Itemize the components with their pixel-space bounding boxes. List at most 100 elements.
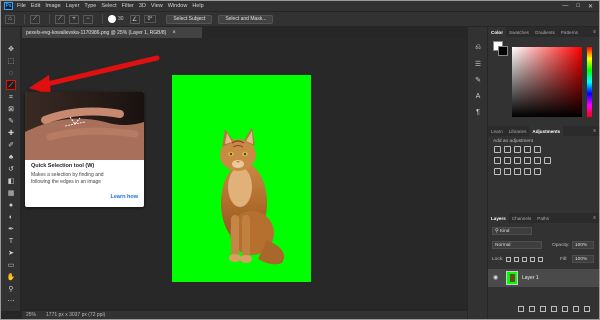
foreground-background-swatches[interactable] (493, 41, 509, 57)
layer-name[interactable]: Layer 1 (522, 275, 539, 281)
menu-filter[interactable]: Filter (122, 3, 134, 9)
select-and-mask-button[interactable]: Select and Mask... (218, 14, 274, 24)
frame-tool-icon[interactable]: ⊠ (6, 104, 16, 114)
pen-tool-icon[interactable]: ✒ (6, 224, 16, 234)
menu-edit[interactable]: Edit (31, 3, 40, 9)
dodge-tool-icon[interactable]: ◐ (6, 212, 16, 222)
clone-stamp-tool-icon[interactable]: ♣ (6, 152, 16, 162)
history-icon[interactable]: ⎌ (473, 43, 483, 53)
type-tool-icon[interactable]: T (6, 236, 16, 246)
properties-icon[interactable]: ☰ (473, 59, 483, 69)
tab-learn[interactable]: Learn (488, 126, 506, 136)
layer-row[interactable]: ◉ Layer 1 (488, 269, 599, 287)
threshold-icon[interactable] (514, 168, 521, 175)
maximize-button[interactable]: □ (576, 3, 580, 10)
menu-file[interactable]: File (17, 3, 26, 9)
lock-transparent-icon[interactable] (506, 257, 511, 262)
blur-tool-icon[interactable]: ● (6, 200, 16, 210)
menu-window[interactable]: Window (168, 3, 188, 9)
tab-paths[interactable]: Paths (534, 213, 552, 223)
levels-icon[interactable] (504, 146, 511, 153)
zoom-tool-icon[interactable]: ⚲ (6, 284, 16, 294)
hand-tool-icon[interactable]: ✋ (6, 272, 16, 282)
panel-menu-icon[interactable]: ≡ (593, 215, 596, 221)
lasso-tool-icon[interactable]: ◌ (6, 68, 16, 78)
menu-3d[interactable]: 3D (139, 3, 146, 9)
channel-mixer-icon[interactable] (534, 157, 541, 164)
subtract-from-selection-icon[interactable]: − (83, 14, 93, 24)
tab-channels[interactable]: Channels (509, 213, 534, 223)
brush-tool-icon[interactable]: ✐ (6, 140, 16, 150)
new-selection-icon[interactable]: ⟋ (55, 14, 65, 24)
invert-icon[interactable] (494, 168, 501, 175)
lock-all-icon[interactable] (538, 257, 543, 262)
new-layer-icon[interactable] (573, 306, 579, 312)
select-subject-button[interactable]: Select Subject (166, 14, 213, 24)
menu-layer[interactable]: Layer (66, 3, 80, 9)
history-brush-tool-icon[interactable]: ↺ (6, 164, 16, 174)
add-mask-icon[interactable] (540, 306, 546, 312)
crop-tool-icon[interactable]: ⌗ (6, 92, 16, 102)
fill-field[interactable]: 100% (572, 255, 594, 263)
link-layers-icon[interactable] (518, 306, 524, 312)
more-tools-icon[interactable]: ⋯ (6, 296, 16, 306)
move-tool-icon[interactable]: ✥ (6, 44, 16, 54)
brush-angle-icon[interactable]: ∠ (129, 14, 140, 24)
menu-view[interactable]: View (151, 3, 163, 9)
lock-artboard-icon[interactable] (530, 257, 535, 262)
curves-icon[interactable] (514, 146, 521, 153)
vibrance-icon[interactable] (534, 146, 541, 153)
visibility-eye-icon[interactable]: ◉ (493, 274, 498, 281)
background-color-swatch[interactable] (498, 46, 508, 56)
quick-selection-tool-icon[interactable]: ⟋ (6, 80, 16, 90)
menu-type[interactable]: Type (84, 3, 96, 9)
delete-layer-icon[interactable] (584, 306, 590, 312)
color-lookup-icon[interactable] (544, 157, 551, 164)
gradient-map-icon[interactable] (524, 168, 531, 175)
tab-layers[interactable]: Layers (488, 213, 509, 223)
selective-color-icon[interactable] (534, 168, 541, 175)
tab-adjustments[interactable]: Adjustments (529, 126, 564, 136)
path-selection-tool-icon[interactable]: ➤ (6, 248, 16, 258)
color-balance-icon[interactable] (504, 157, 511, 164)
eraser-tool-icon[interactable]: ◧ (6, 176, 16, 186)
document-info[interactable]: 1771 px x 3037 px (72 ppi) (46, 312, 105, 318)
brush-preview-icon[interactable] (108, 15, 116, 23)
exposure-icon[interactable] (524, 146, 531, 153)
tab-gradients[interactable]: Gradients (532, 27, 558, 37)
lock-image-icon[interactable] (514, 257, 519, 262)
add-to-selection-icon[interactable]: + (69, 14, 79, 24)
marquee-tool-icon[interactable]: ⬚ (6, 56, 16, 66)
color-picker-field[interactable] (512, 47, 582, 117)
brush-settings-icon[interactable]: ✎ (473, 75, 483, 85)
zoom-level[interactable]: 25% (26, 312, 36, 318)
panel-menu-icon[interactable]: ≡ (593, 29, 596, 35)
opacity-field[interactable]: 100% (572, 241, 594, 249)
tab-swatches[interactable]: Swatches (506, 27, 532, 37)
brightness-contrast-icon[interactable] (494, 146, 501, 153)
document-tab[interactable]: pexels-evg-kowalievska-1170986.png @ 25%… (22, 27, 202, 38)
panel-menu-icon[interactable]: ≡ (593, 128, 596, 134)
document-canvas[interactable] (172, 75, 311, 282)
menu-select[interactable]: Select (101, 3, 116, 9)
blend-mode-select[interactable]: Normal (492, 241, 542, 249)
close-window-button[interactable]: ✕ (588, 3, 593, 10)
quick-selection-preset-icon[interactable]: ⟋ (30, 14, 40, 24)
black-white-icon[interactable] (514, 157, 521, 164)
eyedropper-tool-icon[interactable]: ✎ (6, 116, 16, 126)
tab-color[interactable]: Color (488, 27, 506, 37)
photo-filter-icon[interactable] (524, 157, 531, 164)
menu-help[interactable]: Help (192, 3, 203, 9)
minimize-button[interactable]: — (562, 3, 568, 10)
lock-position-icon[interactable] (522, 257, 527, 262)
hue-slider[interactable] (587, 47, 592, 117)
brush-size[interactable]: 30 (118, 16, 124, 22)
healing-brush-tool-icon[interactable]: ✚ (6, 128, 16, 138)
layer-kind-filter[interactable]: ⚲ Kind (492, 227, 532, 235)
posterize-icon[interactable] (504, 168, 511, 175)
gradient-tool-icon[interactable]: ▦ (6, 188, 16, 198)
angle-field[interactable]: 0° (143, 15, 157, 23)
layer-style-icon[interactable] (529, 306, 535, 312)
home-icon[interactable]: ⌂ (5, 14, 15, 24)
new-adjustment-icon[interactable] (551, 306, 557, 312)
